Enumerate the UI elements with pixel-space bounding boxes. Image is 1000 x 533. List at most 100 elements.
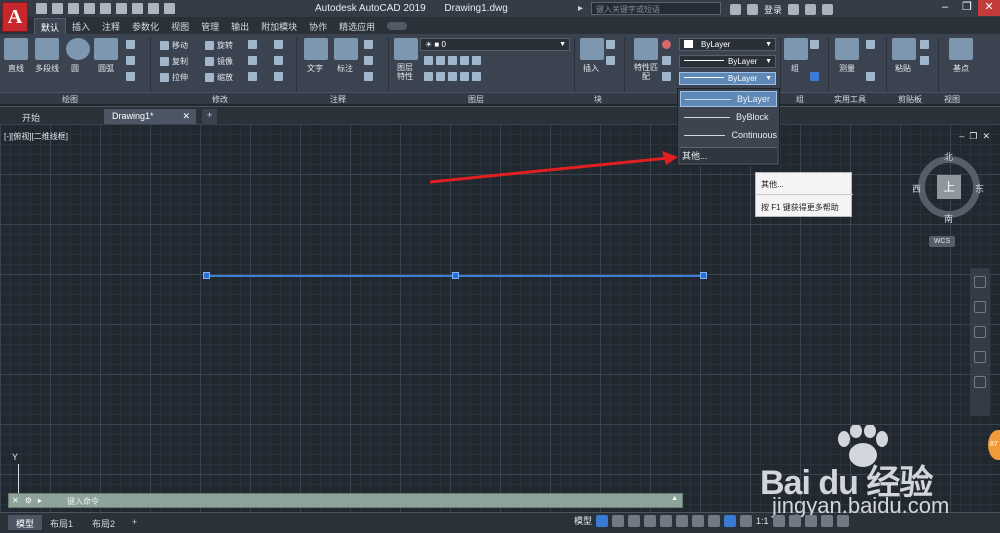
- customize-icon[interactable]: ⚙: [25, 496, 32, 505]
- search-input[interactable]: 键入关键字或短语: [591, 2, 721, 15]
- tab-layout1[interactable]: 布局1: [42, 515, 81, 530]
- group-select-tool[interactable]: [810, 72, 819, 81]
- command-history-icon[interactable]: ▲: [671, 495, 678, 502]
- layers-panel-title[interactable]: 图层: [468, 94, 484, 105]
- calculator-tool[interactable]: [866, 72, 875, 81]
- mirror-tool[interactable]: 镜像: [205, 56, 233, 67]
- redo-icon[interactable]: [148, 3, 159, 14]
- tab-annotate[interactable]: 注释: [96, 18, 126, 34]
- copy-clip-tool[interactable]: [920, 56, 929, 65]
- minimize-icon[interactable]: –: [934, 0, 956, 16]
- layer-properties-tool[interactable]: 图层特性: [394, 38, 418, 81]
- lineweight-icon[interactable]: [662, 56, 671, 65]
- explode-tool[interactable]: [274, 56, 283, 65]
- paste-tool[interactable]: 粘贴: [892, 38, 916, 74]
- annotation-scale[interactable]: 1:1: [756, 516, 769, 526]
- trim-tool[interactable]: [248, 40, 257, 49]
- orbit-icon[interactable]: [974, 351, 986, 363]
- annotation-visibility-icon[interactable]: [740, 514, 753, 527]
- lineweight-select[interactable]: ByLayer ▼: [679, 55, 776, 68]
- linear-dim-tool[interactable]: [364, 40, 373, 49]
- login-button[interactable]: 登录: [764, 3, 782, 16]
- tab-manage[interactable]: 管理: [195, 18, 225, 34]
- plot-icon[interactable]: [116, 3, 127, 14]
- linetype-option-bylayer[interactable]: ByLayer: [680, 91, 777, 107]
- tab-addins[interactable]: 附加模块: [255, 18, 303, 34]
- viewcube-top-face[interactable]: 上: [937, 175, 961, 199]
- help-icon[interactable]: [822, 4, 834, 15]
- object-snap-icon[interactable]: [692, 514, 705, 527]
- tab-collaborate[interactable]: 协作: [303, 18, 333, 34]
- customize-status-icon[interactable]: [836, 514, 849, 527]
- color-select[interactable]: ByLayer ▼: [679, 38, 776, 51]
- scale-tool[interactable]: 缩放: [205, 72, 233, 83]
- ungroup-tool[interactable]: [810, 40, 819, 49]
- command-line[interactable]: ✕ ⚙ ▸ 键入命令 ▲: [8, 493, 683, 508]
- table-tool[interactable]: [364, 72, 373, 81]
- leader-tool[interactable]: [364, 56, 373, 65]
- annotation-monitor-icon[interactable]: [788, 514, 801, 527]
- clipboard-panel-title[interactable]: 剪贴板: [898, 94, 922, 105]
- polar-icon[interactable]: [644, 514, 657, 527]
- base-point-tool[interactable]: 基点: [946, 38, 976, 74]
- linetype-option-other[interactable]: 其他...: [680, 147, 777, 163]
- linetype-option-continuous[interactable]: Continuous: [680, 127, 777, 143]
- move-tool[interactable]: 移动: [160, 40, 188, 51]
- groups-panel-title[interactable]: 组: [796, 94, 804, 105]
- tab-insert[interactable]: 插入: [66, 18, 96, 34]
- quick-select-tool[interactable]: [866, 40, 875, 49]
- rotate-tool[interactable]: 旋转: [205, 40, 233, 51]
- viewcube[interactable]: 上 北 南 西 东: [912, 150, 988, 230]
- rectangle-tool[interactable]: [126, 40, 135, 49]
- fillet-tool[interactable]: [248, 56, 257, 65]
- tab-view[interactable]: 视图: [165, 18, 195, 34]
- snap-icon[interactable]: [612, 514, 625, 527]
- tab-model[interactable]: 模型: [8, 515, 43, 530]
- isodraft-icon[interactable]: [660, 514, 673, 527]
- circle-tool[interactable]: 圆: [66, 38, 90, 74]
- user-icon[interactable]: [747, 4, 758, 15]
- tab-drawing1[interactable]: Drawing1* ✕: [104, 109, 196, 124]
- erase-tool[interactable]: [274, 40, 283, 49]
- boundary-tool[interactable]: [126, 72, 135, 81]
- showmotion-icon[interactable]: [974, 376, 986, 388]
- new-tab-button[interactable]: +: [202, 109, 218, 124]
- ortho-icon[interactable]: [628, 514, 641, 527]
- command-input[interactable]: 键入命令: [67, 496, 99, 507]
- web-mobile-icon[interactable]: [100, 3, 111, 14]
- compass-north[interactable]: 北: [944, 150, 953, 163]
- linetype-select[interactable]: ByLayer ▼: [679, 72, 776, 85]
- save-as-icon[interactable]: [84, 3, 95, 14]
- tab-featured-apps[interactable]: 精选应用: [333, 18, 381, 34]
- stretch-tool[interactable]: 拉伸: [160, 72, 188, 83]
- arc-tool[interactable]: 圆弧: [94, 38, 118, 74]
- object-snap-tracking-icon[interactable]: [676, 514, 689, 527]
- save-icon[interactable]: [68, 3, 79, 14]
- application-menu-button[interactable]: A: [2, 2, 28, 32]
- compass-west[interactable]: 西: [912, 182, 921, 195]
- viewport-controls-label[interactable]: [-][俯视][二维线框]: [4, 131, 68, 142]
- layer-tools-row2[interactable]: [424, 72, 481, 81]
- share-icon[interactable]: [164, 3, 175, 14]
- compass-south[interactable]: 南: [944, 212, 953, 225]
- grid-icon[interactable]: [596, 514, 609, 527]
- grip-end[interactable]: [700, 272, 707, 279]
- offset-tool[interactable]: [274, 72, 283, 81]
- tab-parametric[interactable]: 参数化: [126, 18, 165, 34]
- block-panel-title[interactable]: 块: [594, 94, 602, 105]
- isolate-objects-icon[interactable]: [804, 514, 817, 527]
- recent-commands-icon[interactable]: ▸: [38, 496, 42, 505]
- annotate-panel-title[interactable]: 注释: [330, 94, 346, 105]
- close-icon[interactable]: ✕: [978, 0, 1000, 16]
- tab-start[interactable]: 开始: [14, 109, 48, 124]
- pan-icon[interactable]: [974, 301, 986, 313]
- compass-east[interactable]: 东: [975, 182, 984, 195]
- open-file-icon[interactable]: [52, 3, 63, 14]
- linetype-option-byblock[interactable]: ByBlock: [680, 109, 777, 125]
- grip-start[interactable]: [203, 272, 210, 279]
- viewport-minimize-icon[interactable]: –: [959, 131, 964, 142]
- measure-tool[interactable]: 测量: [834, 38, 860, 74]
- edit-block-tool[interactable]: [606, 56, 615, 65]
- text-tool[interactable]: 文字: [304, 38, 328, 74]
- undo-icon[interactable]: [132, 3, 143, 14]
